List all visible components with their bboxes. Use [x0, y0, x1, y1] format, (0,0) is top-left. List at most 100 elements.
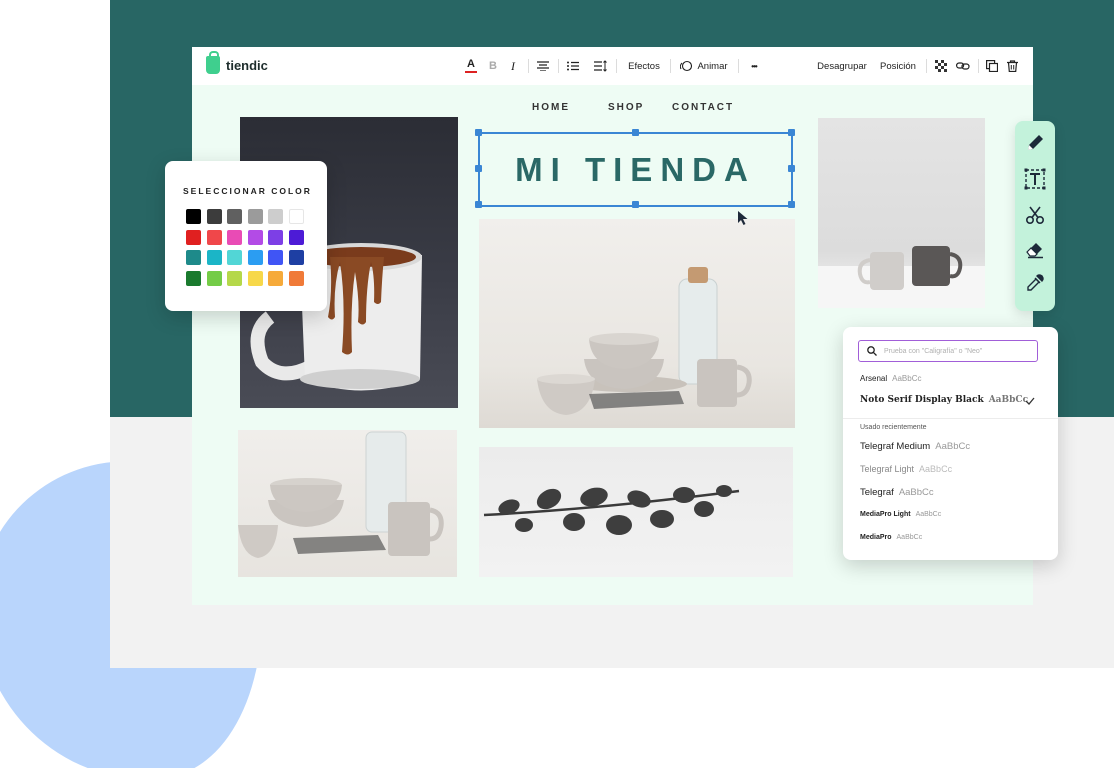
- text-frame-icon[interactable]: [1023, 167, 1047, 191]
- color-swatch[interactable]: [247, 250, 263, 265]
- color-swatch[interactable]: [206, 229, 222, 245]
- animate-button[interactable]: Animar: [678, 47, 730, 85]
- color-swatch[interactable]: [227, 270, 242, 286]
- delete-button[interactable]: [1004, 47, 1020, 85]
- site-nav-contact[interactable]: CONTACT: [672, 102, 734, 113]
- color-underline: [465, 71, 477, 73]
- eraser-icon[interactable]: [1023, 237, 1047, 261]
- search-icon: [867, 346, 877, 356]
- color-swatch[interactable]: [186, 209, 201, 224]
- color-swatch[interactable]: [247, 229, 263, 245]
- font-option[interactable]: MediaPro AaBbCc: [860, 534, 922, 541]
- resize-handle[interactable]: [475, 201, 482, 208]
- font-option[interactable]: Arsenal AaBbCc: [860, 374, 921, 383]
- color-swatch[interactable]: [227, 250, 242, 265]
- resize-handle[interactable]: [788, 201, 795, 208]
- ungroup-button[interactable]: Desagrupar: [816, 47, 868, 85]
- eucalyptus-image: [483, 485, 740, 535]
- italic-button[interactable]: I: [506, 47, 520, 85]
- font-name: Telegraf Light: [860, 464, 915, 474]
- font-option-selected[interactable]: Noto Serif Display Black AaBbCc: [860, 395, 1028, 405]
- mouse-pointer-icon: [738, 211, 748, 225]
- color-swatch[interactable]: [288, 229, 304, 245]
- app-logo: tiendic: [206, 51, 268, 74]
- list-button[interactable]: [564, 47, 582, 85]
- two-mugs-image: [818, 246, 985, 308]
- line-spacing-icon: [594, 60, 607, 72]
- bold-button[interactable]: B: [486, 47, 500, 85]
- toolbar-divider: [616, 59, 617, 73]
- resize-handle[interactable]: [632, 129, 639, 136]
- color-swatch[interactable]: [268, 209, 283, 224]
- color-swatch[interactable]: [247, 270, 263, 286]
- link-button[interactable]: [954, 47, 972, 85]
- color-swatch[interactable]: [247, 209, 263, 224]
- color-swatch[interactable]: [186, 250, 201, 265]
- font-name: Telegraf Medium: [860, 441, 931, 452]
- effects-button[interactable]: Efectos: [624, 47, 664, 85]
- color-swatch[interactable]: [268, 270, 283, 286]
- color-swatch[interactable]: [186, 229, 201, 245]
- color-swatch[interactable]: [186, 270, 201, 286]
- text-color-button[interactable]: A: [464, 47, 478, 85]
- color-swatch[interactable]: [288, 209, 304, 224]
- color-swatch[interactable]: [227, 209, 242, 224]
- link-icon: [956, 62, 970, 70]
- bowls-small-image: [238, 431, 444, 558]
- color-swatch[interactable]: [206, 209, 222, 224]
- animate-icon: [680, 60, 693, 72]
- resize-handle[interactable]: [788, 165, 795, 172]
- resize-handle[interactable]: [788, 129, 795, 136]
- position-button[interactable]: Posición: [878, 47, 918, 85]
- font-sample: AaBbCc: [988, 395, 1029, 405]
- font-name: MediaPro: [860, 534, 892, 541]
- font-sample: AaBbCc: [898, 487, 934, 498]
- font-search-field[interactable]: Prueba con "Caligrafía" o "Neo": [858, 340, 1038, 362]
- font-option[interactable]: Telegraf Medium AaBbCc: [860, 441, 970, 452]
- stage: tiendic A B I Efectos Animar ••• Desagru…: [0, 0, 1114, 768]
- align-center-icon: [537, 61, 549, 71]
- color-swatch[interactable]: [288, 250, 304, 265]
- resize-handle[interactable]: [475, 129, 482, 136]
- color-swatch[interactable]: [288, 270, 304, 286]
- font-sample: AaBbCc: [935, 441, 971, 452]
- font-option[interactable]: Telegraf AaBbCc: [860, 487, 934, 498]
- align-center-button[interactable]: [534, 47, 552, 85]
- more-options-button[interactable]: •••: [744, 47, 764, 85]
- font-option[interactable]: MediaPro Light AaBbCc: [860, 511, 941, 518]
- resize-handle[interactable]: [632, 201, 639, 208]
- site-nav-shop[interactable]: SHOP: [608, 102, 644, 113]
- color-swatch[interactable]: [268, 250, 283, 265]
- color-swatch[interactable]: [227, 229, 242, 245]
- toolbar-divider: [738, 59, 739, 73]
- resize-handle[interactable]: [475, 165, 482, 172]
- photo-bowls-set[interactable]: [479, 219, 795, 428]
- pencil-icon[interactable]: [1023, 131, 1047, 155]
- color-swatch[interactable]: [268, 229, 283, 245]
- app-name: tiendic: [226, 57, 268, 73]
- eyedropper-icon[interactable]: [1023, 271, 1047, 295]
- transparency-icon: [935, 60, 947, 72]
- list-icon: [567, 61, 579, 71]
- animate-label: Animar: [697, 60, 728, 72]
- font-option[interactable]: Telegraf Light AaBbCc: [860, 464, 952, 474]
- font-name: MediaPro Light: [860, 511, 911, 518]
- photo-eucalyptus[interactable]: [479, 447, 793, 577]
- scissors-icon[interactable]: [1023, 203, 1047, 227]
- photo-bowls-small[interactable]: [238, 430, 457, 577]
- line-spacing-button[interactable]: [592, 47, 610, 85]
- transparency-button[interactable]: [932, 47, 950, 85]
- photo-two-mugs[interactable]: [818, 118, 985, 308]
- editor-toolbar: tiendic A B I Efectos Animar ••• Desagru…: [192, 47, 1033, 85]
- color-picker-panel: SELECCIONAR COLOR: [165, 161, 327, 311]
- color-swatch[interactable]: [206, 270, 222, 286]
- font-name: Arsenal: [860, 374, 888, 383]
- duplicate-button[interactable]: [984, 47, 1000, 85]
- font-sample: AaBbCc: [892, 374, 922, 383]
- checkmark-icon: [1025, 397, 1035, 405]
- toolbar-divider: [528, 59, 529, 73]
- site-nav-home[interactable]: HOME: [532, 102, 570, 113]
- color-swatch[interactable]: [206, 250, 222, 265]
- font-search-placeholder: Prueba con "Caligrafía" o "Neo": [884, 347, 983, 355]
- side-toolbar: [1015, 121, 1055, 311]
